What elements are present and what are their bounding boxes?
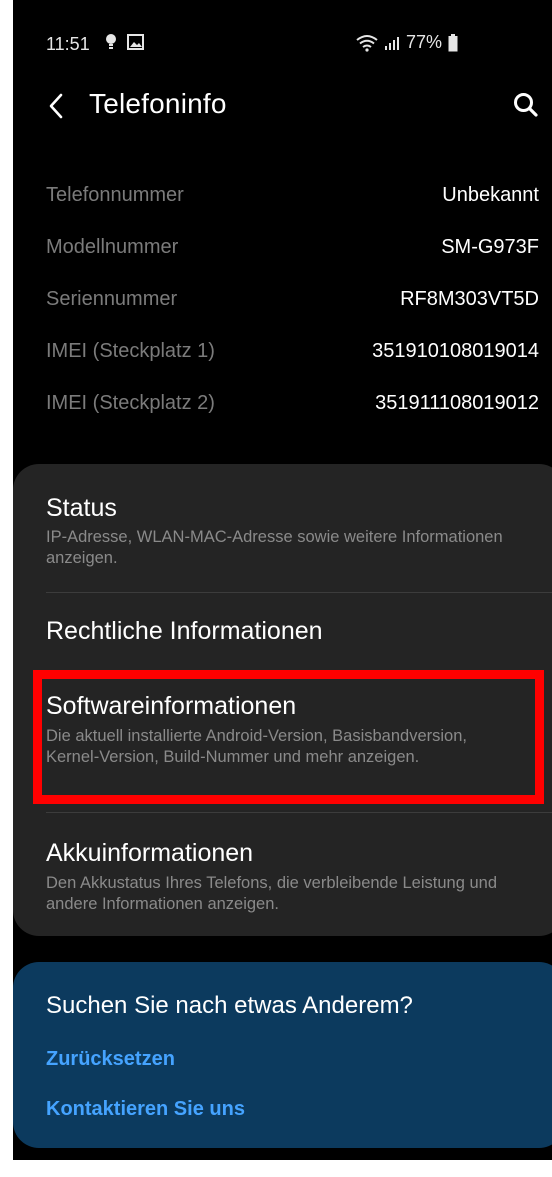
title-bar: Telefoninfo	[13, 80, 552, 136]
info-value: SM-G973F	[441, 236, 539, 258]
info-row-imei-1: IMEI (Steckplatz 1) 351910108019014	[13, 334, 552, 386]
suggestion-card: Suchen Sie nach etwas Anderem? Zurückset…	[13, 962, 552, 1148]
status-bar: 11:51 77%	[13, 0, 552, 80]
info-row-model-number: Modellnummer SM-G973F	[13, 230, 552, 282]
page-title: Telefoninfo	[89, 88, 227, 119]
menu-item-title: Akkuinformationen	[46, 839, 254, 867]
screen: 11:51 77% Telefoninfo Telefonnummer Unbe…	[13, 0, 552, 1160]
image-icon	[127, 34, 144, 50]
menu-item-description: IP-Adresse, WLAN-MAC-Adresse sowie weite…	[46, 528, 503, 567]
menu-item-description: Den Akkustatus Ihres Telefons, die verbl…	[46, 874, 497, 913]
menu-item-title: Softwareinformationen	[46, 692, 297, 720]
status-time: 11:51	[46, 34, 90, 54]
info-label: IMEI (Steckplatz 1)	[46, 340, 215, 362]
status-right: 77%	[356, 32, 458, 53]
info-value: RF8M303VT5D	[400, 288, 539, 310]
info-label: Modellnummer	[46, 236, 179, 258]
menu-item-title: Rechtliche Informationen	[46, 617, 323, 645]
phone-info-list: Telefonnummer Unbekannt Modellnummer SM-…	[13, 178, 552, 438]
info-label: Seriennummer	[46, 288, 178, 310]
wifi-icon	[356, 34, 378, 52]
battery-icon	[448, 33, 458, 51]
battery-percent: 77%	[406, 32, 443, 52]
info-value: 351910108019014	[372, 340, 539, 362]
info-row-serial-number: Seriennummer RF8M303VT5D	[13, 282, 552, 334]
search-icon[interactable]	[511, 90, 541, 120]
notification-icon	[106, 34, 116, 49]
back-arrow-icon[interactable]	[41, 88, 73, 124]
contact-us-link[interactable]: Kontaktieren Sie uns	[46, 1098, 245, 1121]
menu-item-description: Die aktuell installierte Android-Version…	[46, 727, 467, 766]
suggestion-title: Suchen Sie nach etwas Anderem?	[46, 992, 413, 1019]
menu-card: Status IP-Adresse, WLAN-MAC-Adresse sowi…	[13, 464, 552, 936]
info-value: Unbekannt	[442, 184, 539, 206]
menu-item-legal-information[interactable]: Rechtliche Informationen	[13, 593, 552, 665]
menu-item-software-information[interactable]: Softwareinformationen Die aktuell instal…	[13, 670, 552, 812]
menu-item-title: Status	[46, 494, 117, 522]
info-row-imei-2: IMEI (Steckplatz 2) 351911108019012	[13, 386, 552, 438]
info-row-phone-number: Telefonnummer Unbekannt	[13, 178, 552, 230]
info-value: 351911108019012	[375, 392, 539, 414]
signal-icon	[385, 36, 399, 50]
menu-item-status[interactable]: Status IP-Adresse, WLAN-MAC-Adresse sowi…	[13, 464, 552, 592]
info-label: Telefonnummer	[46, 184, 184, 206]
reset-link[interactable]: Zurücksetzen	[46, 1048, 175, 1071]
status-left-icons	[105, 33, 144, 51]
info-label: IMEI (Steckplatz 2)	[46, 392, 215, 414]
menu-item-battery-information[interactable]: Akkuinformationen Den Akkustatus Ihres T…	[13, 813, 552, 931]
